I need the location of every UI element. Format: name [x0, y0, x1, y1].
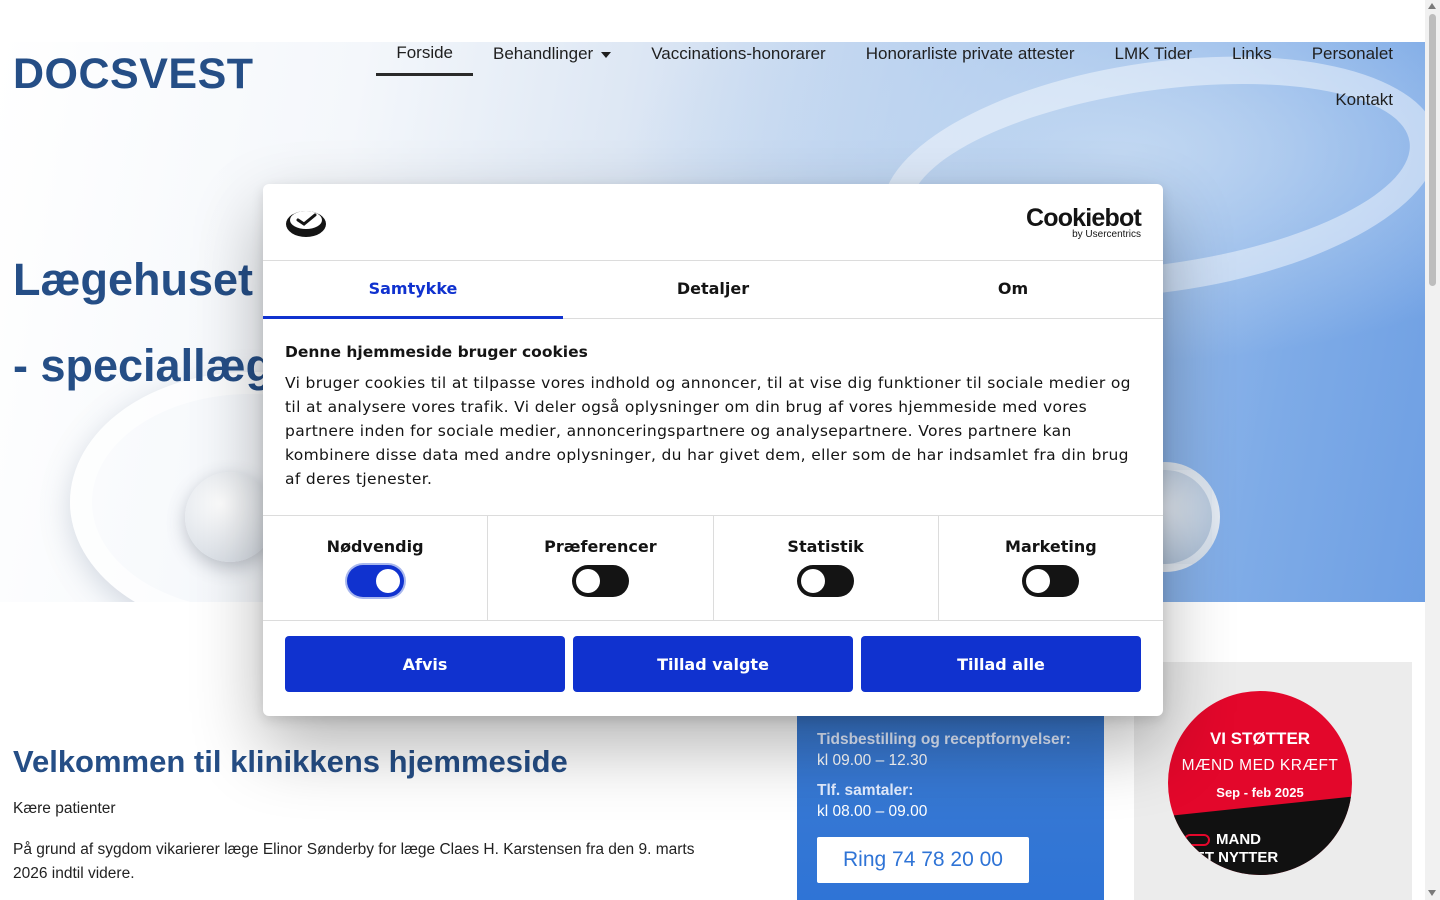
toggle-statistik[interactable]	[797, 565, 855, 597]
badge-footer: MAND DET NYTTER	[1184, 831, 1278, 867]
phone-label: Tlf. samtaler:	[817, 782, 914, 799]
toggle-label: Præferencer	[544, 537, 657, 556]
nav-label: Kontakt	[1335, 90, 1393, 109]
booking-label: Tidsbestilling og receptfornyelser:	[817, 731, 1071, 748]
campaign-badge[interactable]: VI STØTTER MÆND MED KRÆFT Sep - feb 2025…	[1168, 691, 1352, 875]
nav-label: Personalet	[1311, 44, 1393, 63]
badge-line-2: MÆND MED KRÆFT	[1181, 757, 1339, 774]
badge-line-4b: DET NYTTER	[1184, 849, 1279, 866]
allow-all-button[interactable]: Tillad alle	[861, 636, 1141, 692]
consent-toggles: Nødvendig Præferencer Statistik Marketin…	[263, 516, 1163, 621]
nav-item-kontakt[interactable]: Kontakt	[1315, 76, 1413, 122]
tab-detaljer[interactable]: Detaljer	[563, 261, 863, 318]
nav-label: Behandlinger	[493, 44, 594, 63]
toggle-group-marketing: Marketing	[939, 516, 1163, 620]
toggle-marketing[interactable]	[1022, 565, 1080, 597]
tab-om[interactable]: Om	[863, 261, 1163, 318]
greeting-text: Kære patienter	[13, 800, 116, 817]
caret-down-icon	[601, 52, 612, 58]
brand-name: Cookiebot	[1025, 204, 1142, 232]
phone-hours: kl 08.00 – 09.00	[817, 803, 928, 820]
nav-item-lmk-tider[interactable]: LMK Tider	[1095, 30, 1212, 76]
hero-title: Lægehuset I	[13, 254, 279, 305]
site-logo[interactable]: DOCSVEST	[13, 50, 254, 99]
campaign-panel: VI STØTTER MÆND MED KRÆFT Sep - feb 2025…	[1134, 662, 1412, 900]
nav-label: Vaccinations-honorarer	[651, 44, 826, 63]
toggle-knob	[1026, 569, 1051, 593]
toggle-praeferencer[interactable]	[571, 565, 629, 597]
hero-subtitle: - speciallæge	[13, 340, 299, 391]
cookiebot-brand: Cookiebot by Usercentrics	[1025, 204, 1142, 240]
toggle-label: Marketing	[1005, 537, 1097, 556]
nav-label: Forside	[396, 42, 454, 62]
nav-label: Honorarliste private attester	[865, 44, 1075, 63]
call-button[interactable]: Ring 74 78 20 00	[817, 837, 1029, 883]
badge-line-1: VI STØTTER	[1209, 729, 1311, 748]
hero-stethoscope-chestpiece	[185, 472, 275, 562]
cookiebot-logo-icon	[286, 211, 326, 237]
toggle-label: Nødvendig	[326, 537, 424, 556]
nav-label: LMK Tider	[1114, 44, 1193, 63]
dialog-header: Cookiebot by Usercentrics	[263, 184, 1163, 261]
nav-label: Links	[1232, 44, 1272, 63]
cookie-consent-dialog: Cookiebot by Usercentrics Samtykke Detal…	[263, 184, 1163, 716]
main-nav: Forside Behandlinger Vaccinations-honora…	[361, 30, 1413, 122]
dialog-title: Denne hjemmeside bruger cookies	[285, 343, 588, 361]
nav-item-forside[interactable]: Forside	[376, 30, 474, 76]
scroll-up-arrow-icon[interactable]	[1428, 3, 1436, 9]
site-header: DOCSVEST Forside Behandlinger Vaccinatio…	[0, 0, 1425, 130]
contact-info-box: Tidsbestilling og receptfornyelser: kl 0…	[797, 700, 1104, 900]
allow-selected-button[interactable]: Tillad valgte	[573, 636, 853, 692]
badge-line-4a: MAND	[1216, 831, 1261, 848]
dialog-tabs: Samtykke Detaljer Om	[263, 261, 1163, 319]
nav-item-honorarliste[interactable]: Honorarliste private attester	[846, 30, 1095, 76]
dialog-text: Vi bruger cookies til at tilpasse vores …	[285, 374, 1131, 488]
toggle-group-praeferencer: Præferencer	[488, 516, 714, 620]
dialog-body: Denne hjemmeside bruger cookies Vi bruge…	[263, 319, 1163, 516]
nav-item-behandlinger[interactable]: Behandlinger	[473, 30, 631, 76]
toggle-group-statistik: Statistik	[714, 516, 939, 620]
toggle-knob	[375, 569, 400, 593]
toggle-knob	[575, 569, 600, 593]
toggle-knob	[801, 569, 826, 593]
welcome-heading: Velkommen til klinikkens hjemmeside	[13, 744, 568, 779]
nav-item-personalet[interactable]: Personalet	[1292, 30, 1413, 76]
badge-line-3: Sep - feb 2025	[1216, 785, 1304, 800]
toggle-label: Statistik	[787, 537, 864, 556]
notice-paragraph: På grund af sygdom vikarierer læge Elino…	[13, 841, 695, 882]
nav-item-vaccinations-honorarer[interactable]: Vaccinations-honorarer	[631, 30, 846, 76]
nav-item-links[interactable]: Links	[1212, 30, 1292, 76]
page-scrollbar[interactable]	[1425, 0, 1440, 900]
dialog-buttons: Afvis Tillad valgte Tillad alle	[263, 621, 1163, 707]
decline-button[interactable]: Afvis	[285, 636, 565, 692]
scroll-down-arrow-icon[interactable]	[1428, 890, 1436, 896]
booking-hours: kl 09.00 – 12.30	[817, 752, 928, 769]
toggle-nodvendig[interactable]	[346, 565, 404, 597]
infinity-logo-icon	[1184, 834, 1210, 847]
tab-samtykke[interactable]: Samtykke	[263, 261, 563, 319]
scroll-thumb[interactable]	[1429, 14, 1436, 286]
toggle-group-nodvendig: Nødvendig	[263, 516, 489, 620]
